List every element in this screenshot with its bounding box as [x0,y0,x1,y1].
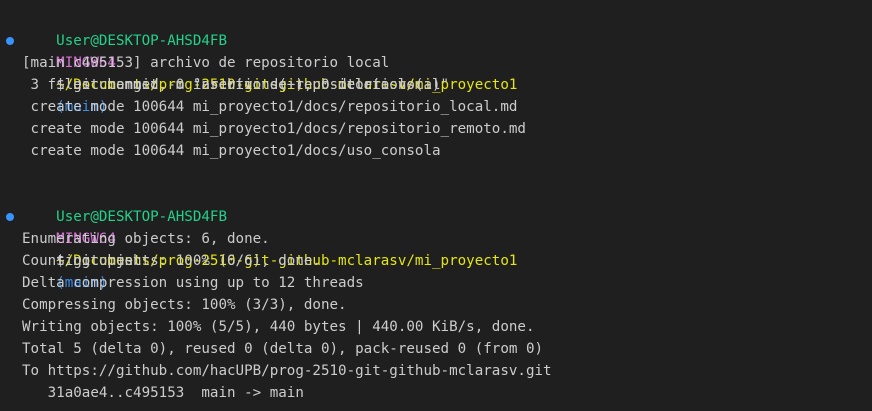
output-line: Compressing objects: 100% (3/3), done. [22,297,347,313]
output-line: Counting objects: 100% (6/6), done. [22,253,321,269]
command-line: $ git commit -m "archivo de repositorio … [0,30,872,93]
output-line: create mode 100644 mi_proyecto1/docs/rep… [22,99,518,115]
output-line: Writing objects: 100% (5/5), 440 bytes |… [22,319,535,335]
output-line: create mode 100644 mi_proyecto1/docs/rep… [22,121,526,137]
output-line: [main c495153] archivo de repositorio lo… [22,55,390,71]
output-line: 31a0ae4..c495153 main -> main [22,385,304,401]
prompt-line: User@DESKTOP-AHSD4FB MINGW64 ~/Documents… [0,184,872,291]
output-line: Total 5 (delta 0), reused 0 (delta 0), p… [22,341,544,357]
command-decoration-dot-icon[interactable] [6,37,14,45]
command-line: $ git push [0,206,872,269]
output-line: 3 files changed, 0 insertions(+), 0 dele… [22,77,441,93]
command-decoration-dot-icon[interactable] [6,213,14,221]
output-line: create mode 100644 mi_proyecto1/docs/uso… [22,143,441,159]
output-line: Enumerating objects: 6, done. [22,231,270,247]
output-line: Delta compression using up to 12 threads [22,275,364,291]
terminal-output[interactable]: User@DESKTOP-AHSD4FB MINGW64 ~/Documents… [0,8,872,404]
prompt-line: User@DESKTOP-AHSD4FB MINGW64 ~/Documents… [0,8,872,115]
output-line: To https://github.com/hacUPB/prog-2510-g… [22,363,552,379]
